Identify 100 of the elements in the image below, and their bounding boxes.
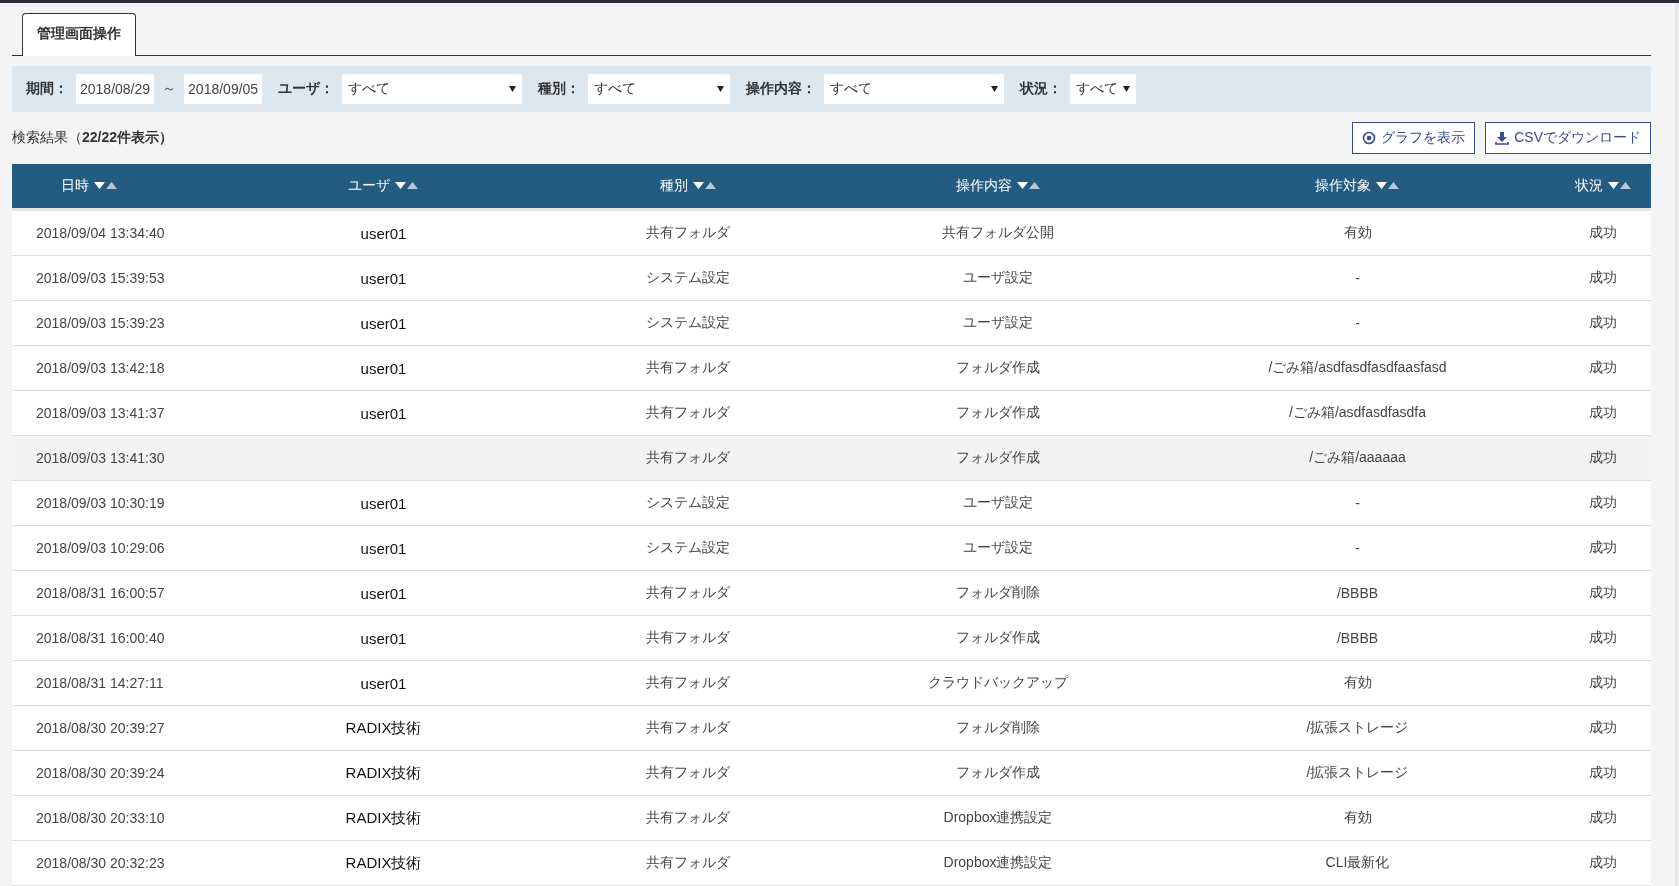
- select-dropdown[interactable]: すべて: [1070, 74, 1137, 105]
- table-cell-text: ユーザ設定: [962, 314, 1034, 332]
- table-cell-text: 成功: [1588, 809, 1618, 827]
- select-dropdown[interactable]: すべて: [588, 74, 731, 105]
- show-graph-button[interactable]: グラフを表示: [1352, 122, 1476, 155]
- sort-icon: [1607, 182, 1632, 190]
- table-cell-text: 成功: [1588, 629, 1618, 647]
- table-cell-text: システム設定: [645, 269, 731, 287]
- sort-icon: [1376, 182, 1400, 190]
- tab[interactable]: 管理画面操作: [22, 13, 136, 56]
- table-cell-text: 2018/09/03 13:41:37: [35, 405, 166, 421]
- date-field[interactable]: 2018/08/29: [76, 74, 155, 105]
- table-cell-text: 成功: [1588, 539, 1618, 557]
- sort-icon: [1016, 182, 1041, 190]
- table-cell-text: 共有フォルダ: [645, 809, 731, 827]
- table-cell-text: RADIX技術: [344, 718, 423, 738]
- table-cell-text: 共有フォルダ: [645, 629, 731, 647]
- table-cell-text: システム設定: [645, 494, 731, 512]
- date-field[interactable]: 2018/09/05: [184, 74, 263, 105]
- caret-icon: [509, 86, 517, 93]
- table-cell-text: 共有フォルダ: [645, 854, 731, 872]
- column-header[interactable]: 操作内容: [836, 164, 1160, 208]
- table-row[interactable]: 2018/09/04 13:34:40 user01 共有フォルダ 共有フォルダ公開 有効 成功: [12, 211, 1651, 256]
- table-row[interactable]: 2018/09/03 15:39:53 user01 システム設定 ユーザ設定 - 成功: [12, 256, 1651, 301]
- table-cell-text: フォルダ削除: [955, 584, 1041, 602]
- table-cell-text: RADIX技術: [344, 808, 423, 828]
- table-row[interactable]: 2018/08/31 16:00:40 user01 共有フォルダ フォルダ作成 /BBBB 成功: [12, 616, 1651, 661]
- table-cell-text: user01: [359, 404, 408, 422]
- table-cell-text: ユーザ設定: [962, 494, 1034, 512]
- table-cell-text: フォルダ作成: [955, 449, 1041, 467]
- table-cell-text: 有効: [1342, 674, 1373, 692]
- table-cell-text: フォルダ作成: [955, 629, 1041, 647]
- table-cell-text: 2018/08/30 20:39:24: [35, 765, 166, 781]
- table-cell-text: 2018/08/31 14:27:11: [35, 675, 165, 691]
- table-cell-text: RADIX技術: [344, 853, 423, 873]
- table-row[interactable]: 2018/08/30 20:39:24 RADIX技術 共有フォルダ フォルダ作成 /拡張ストレージ 成功: [12, 751, 1651, 796]
- caret-icon: [1123, 86, 1131, 93]
- table-row[interactable]: 2018/09/03 15:39:23 user01 システム設定 ユーザ設定 - 成功: [12, 301, 1651, 346]
- filter-label: ユーザ：: [278, 80, 335, 99]
- table-cell-text: 共有フォルダ: [645, 584, 731, 602]
- table-row[interactable]: 2018/08/30 20:32:23 RADIX技術 共有フォルダ Dropbox連携設定 CLI最新化 成功: [12, 841, 1651, 886]
- table-row[interactable]: 2018/09/03 10:30:19 user01 システム設定 ユーザ設定 - 成功: [12, 481, 1651, 526]
- table-cell-text: CLI最新化: [1324, 854, 1391, 872]
- table-cell-text: 2018/08/30 20:33:10: [35, 810, 166, 826]
- select-dropdown[interactable]: すべて: [824, 74, 1005, 105]
- table-cell-text: -: [1354, 315, 1361, 331]
- table-row[interactable]: 2018/09/03 10:29:06 user01 システム設定 ユーザ設定 - 成功: [12, 526, 1651, 571]
- table-row[interactable]: 2018/08/30 20:33:10 RADIX技術 共有フォルダ Dropbox連携設定 有効 成功: [12, 796, 1651, 841]
- table-cell-text: 成功: [1588, 854, 1618, 872]
- table-cell-text: 成功: [1588, 719, 1618, 737]
- column-header[interactable]: 状況: [1555, 164, 1651, 208]
- target-icon: [1362, 131, 1377, 146]
- table-cell-text: 共有フォルダ: [645, 719, 731, 737]
- table-row[interactable]: 2018/09/03 13:42:18 user01 共有フォルダ フォルダ作成 /ごみ箱/asdfasdfasdfaasfasd 成功: [12, 346, 1651, 391]
- column-header[interactable]: 操作対象: [1160, 164, 1555, 208]
- sort-icon: [692, 182, 717, 190]
- table-cell-text: /ごみ箱/asdfasdfasdfaasfasd: [1267, 359, 1448, 377]
- table-cell-text: フォルダ作成: [955, 404, 1041, 422]
- table-cell-text: user01: [359, 269, 408, 287]
- table-row[interactable]: 2018/08/31 14:27:11 user01 共有フォルダ クラウドバックアップ 有効 成功: [12, 661, 1651, 706]
- caret-icon: [717, 86, 725, 93]
- caret-icon: [991, 86, 999, 93]
- table-cell-text: Dropbox連携設定: [942, 809, 1054, 827]
- sort-icon: [395, 182, 419, 190]
- column-header[interactable]: 種別: [540, 164, 836, 208]
- sort-icon: [94, 182, 118, 190]
- table-cell-text: user01: [359, 224, 408, 242]
- table-cell-text: 2018/08/30 20:39:27: [35, 720, 166, 736]
- range-separator: ～: [162, 80, 177, 99]
- table-cell-text: user01: [359, 314, 408, 332]
- table-cell-text: クラウドバックアップ: [927, 674, 1070, 692]
- select-dropdown[interactable]: すべて: [342, 74, 523, 105]
- table-cell-text: システム設定: [645, 314, 731, 332]
- table-cell-text: 成功: [1588, 449, 1618, 467]
- table-cell-text: 2018/09/03 15:39:23: [35, 315, 166, 331]
- table-cell-text: 2018/09/03 15:39:53: [35, 270, 166, 286]
- table-cell-text: user01: [359, 494, 408, 512]
- table-row[interactable]: 2018/08/31 16:00:57 user01 共有フォルダ フォルダ削除 /BBBB 成功: [12, 571, 1651, 616]
- table-cell-text: 共有フォルダ: [645, 449, 731, 467]
- column-header[interactable]: ユーザ: [227, 164, 540, 208]
- csv-download-button[interactable]: CSVでダウンロード: [1485, 122, 1651, 155]
- table-row[interactable]: 2018/09/03 13:41:37 user01 共有フォルダ フォルダ作成 /ごみ箱/asdfasdfasdfa 成功: [12, 391, 1651, 436]
- column-header[interactable]: 日時: [12, 164, 227, 208]
- table-cell-text: フォルダ作成: [955, 764, 1041, 782]
- table-cell-text: 成功: [1588, 404, 1618, 422]
- table-cell-text: 共有フォルダ: [645, 359, 731, 377]
- table-cell-text: 成功: [1588, 314, 1618, 332]
- table-cell-text: 成功: [1588, 584, 1618, 602]
- filter-label: 状況：: [1020, 80, 1063, 99]
- table-cell-text: -: [1354, 270, 1361, 286]
- table-cell-text: 共有フォルダ: [645, 674, 731, 692]
- table-cell-text: 2018/08/31 16:00:40: [35, 630, 166, 646]
- filter-label: 種別：: [538, 80, 581, 99]
- table-cell-text: ユーザ設定: [962, 269, 1034, 287]
- table-cell-text: Dropbox連携設定: [942, 854, 1054, 872]
- table-cell-text: /BBBB: [1335, 630, 1380, 646]
- table-row[interactable]: 2018/08/30 20:39:27 RADIX技術 共有フォルダ フォルダ削除 /拡張ストレージ 成功: [12, 706, 1651, 751]
- table-cell-text: 2018/08/30 20:32:23: [35, 855, 166, 871]
- table-cell-text: 成功: [1588, 269, 1618, 287]
- table-cell-text: -: [1354, 540, 1361, 556]
